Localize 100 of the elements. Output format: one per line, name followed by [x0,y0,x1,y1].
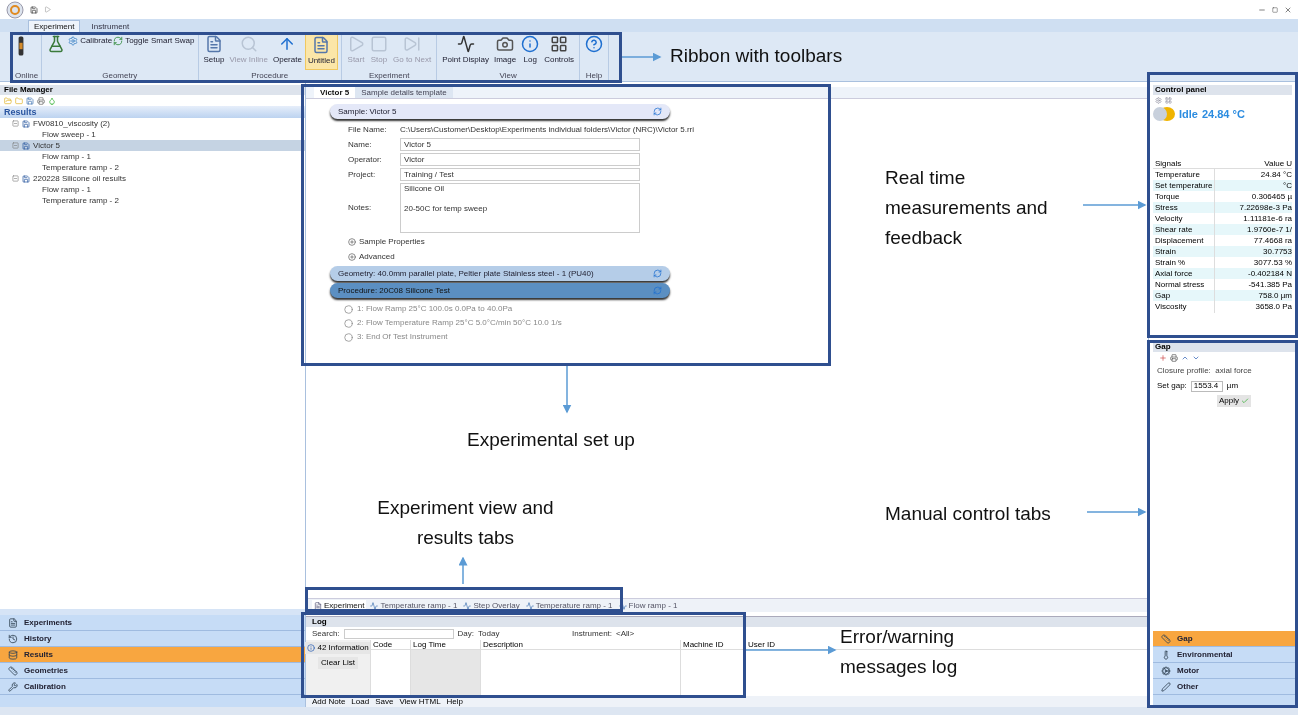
clock-icon [8,633,18,644]
ribbon-button[interactable]: Operate [270,34,304,70]
nav-item[interactable]: Environmental [1153,647,1298,663]
log-toolbar-button[interactable]: Add Note [312,695,346,708]
notes-field[interactable]: Silicone Oil 20-50C for temp sweep [400,183,640,233]
tree-item[interactable]: 220228 Silicone oil results [0,173,305,184]
signal-name: Stress [1153,201,1215,214]
result-tab[interactable]: Temperature ramp - 1 [368,600,460,612]
section-header[interactable]: Procedure: 20C08 Silicone Test [330,283,670,298]
tree-item[interactable]: Flow ramp - 1 [0,151,305,162]
refresh-icon[interactable] [653,107,662,116]
ribbon-button[interactable]: Toggle Smart Swap [113,35,195,47]
group-label: Help [584,71,604,81]
result-tab[interactable]: Flow ramp - 1 [616,600,680,612]
ribbon-tab[interactable]: Instrument [86,20,135,32]
column-header[interactable]: Signals [1153,157,1215,170]
instrument-dropdown[interactable]: <All> [616,627,697,640]
procedure-step[interactable]: 1: Flow Ramp 25°C 100.0s 0.0Pa to 40.0Pa [344,303,1148,315]
ribbon-button[interactable]: Untitled [304,34,338,70]
refresh-icon[interactable] [653,269,662,278]
signal-name: Strain [1153,245,1215,258]
collapse-icon[interactable] [12,175,19,182]
log-toolbar-button[interactable]: Save [375,695,394,708]
ribbon-button[interactable]: Log [519,34,542,70]
expander[interactable]: Advanced [348,251,1148,263]
thermometer-icon [1161,649,1171,660]
column-header[interactable]: Code [371,640,410,650]
apply-button[interactable]: Apply [1217,395,1251,407]
grid-icon[interactable] [1165,96,1172,104]
file-icon [22,119,30,128]
folder-icon[interactable] [4,96,12,105]
folder-icon[interactable] [15,96,23,105]
text-field[interactable]: Victor 5 [400,138,640,151]
procedure-step[interactable]: 2: Flow Temperature Ramp 25°C 5.0°C/min 50°C 10.0 1/s [344,317,1148,329]
refresh-icon[interactable] [653,286,662,295]
info-icon [307,644,316,652]
gear-icon [68,36,79,46]
nav-item[interactable]: Calibration [0,679,305,695]
result-tab[interactable]: Temperature ramp - 1 [523,600,615,612]
ribbon-tab[interactable]: Experiment [28,20,81,32]
document-tab[interactable]: Victor 5 [314,87,356,98]
printer-icon[interactable] [37,96,45,105]
drop-icon[interactable] [48,96,56,105]
set-gap-field[interactable]: 1553.4 [1190,380,1223,392]
collapse-icon[interactable] [12,142,19,149]
nav-item[interactable]: History [0,631,305,647]
wrench-icon [8,681,18,692]
tree-item[interactable]: FW0810_viscosity (2) [0,118,305,129]
nav-item[interactable]: Experiments [0,615,305,631]
document-tab[interactable]: Sample details template [355,87,453,98]
column-header[interactable]: Log Time [411,640,480,650]
column-header[interactable]: Machine ID [681,640,745,650]
nav-item[interactable]: Geometries [0,663,305,679]
section-header[interactable]: Geometry: 40.0mm parallel plate, Peltier plate Stainless steel - 1 (PU40) [330,266,670,281]
tree-item[interactable]: Temperature ramp - 2 [0,195,305,206]
text-field[interactable]: Training / Test [400,168,640,181]
result-tab[interactable]: Step Overlay [461,600,522,612]
unit-label: µm [1226,380,1239,392]
signal-value: 758.0 µm [1257,289,1292,302]
field-label: Notes: [348,202,373,214]
tree-item[interactable]: Flow ramp - 1 [0,184,305,195]
section-header[interactable]: Sample: Victor 5 [330,104,670,119]
nav-item[interactable]: Motor [1153,663,1298,679]
column-header[interactable]: Value [1215,157,1285,170]
procedure-step[interactable]: 3: End Of Test Instrument [344,331,1148,343]
signal-value: 30.7753 [1262,245,1292,258]
log-toolbar-button[interactable]: View HTML [399,695,441,708]
ribbon-button[interactable]: Setup [201,34,227,70]
ribbon-button[interactable]: Controls [542,34,576,70]
maximize-icon[interactable] [1272,6,1278,13]
clear-list-button[interactable]: Clear List [318,657,358,669]
save-icon[interactable] [26,96,34,105]
close-icon[interactable] [1284,5,1292,14]
play-icon[interactable] [44,6,51,13]
tree-item[interactable]: Flow sweep - 1 [0,129,305,140]
day-dropdown[interactable]: Today [478,627,569,640]
nav-item[interactable]: Gap [1153,631,1298,647]
log-toolbar-button[interactable]: Load [351,695,370,708]
tree-item[interactable]: Temperature ramp - 2 [0,162,305,173]
temperature-reading: 24.84 °C [1201,106,1245,122]
log-toolbar-button[interactable]: Help [446,695,464,708]
column-header[interactable]: U [1284,157,1292,170]
ribbon-button[interactable]: Point Display [440,34,491,70]
plus-icon[interactable] [1159,353,1167,362]
column-header[interactable]: Description [481,640,680,650]
ribbon-button[interactable]: Image [491,34,519,70]
signal-value: 0.306465 µ [1250,190,1292,203]
text-field[interactable]: Victor [400,153,640,166]
app-logo-icon[interactable] [6,0,24,19]
nav-item[interactable]: Results [0,647,305,663]
ribbon-button[interactable]: Calibrate [68,35,113,47]
nav-item[interactable]: Other [1153,679,1298,695]
search-field[interactable] [343,628,454,639]
panel-title: File Manager [0,85,305,95]
save-icon[interactable] [30,5,38,14]
collapse-icon[interactable] [12,120,19,127]
gear-icon[interactable] [1155,96,1162,104]
tree-item[interactable]: Victor 5 [0,140,305,151]
information-button[interactable]: 42 Information [305,642,371,654]
printer-icon[interactable] [1170,353,1178,362]
